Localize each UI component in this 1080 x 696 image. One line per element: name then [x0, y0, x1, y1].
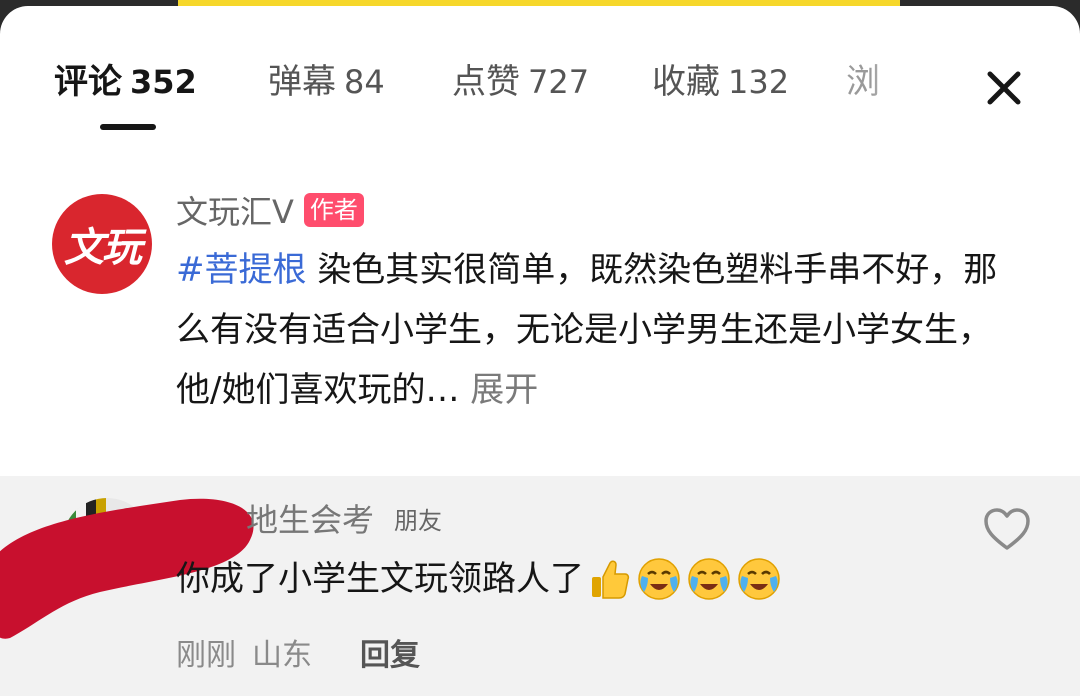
reply-comment: 地生会考 朋友 你成了小学生文玩领路人了 刚刚 山东 回复 [0, 476, 1080, 696]
author-avatar[interactable]: 文玩 [52, 194, 152, 294]
reply-header: 地生会考 朋友 [246, 496, 442, 540]
crying-face-icon [688, 558, 730, 600]
reply-meta: 刚刚 山东 回复 [176, 634, 420, 678]
reply-body: 你成了小学生文玩领路人了 [176, 554, 782, 604]
tab-count: 727 [528, 63, 590, 101]
expand-link[interactable]: 展开 [470, 370, 538, 410]
tab-danmaku[interactable]: 弹幕 84 [268, 58, 385, 106]
friend-tag: 朋友 [394, 506, 443, 535]
tab-count: 132 [728, 63, 790, 101]
author-post: 文玩 文玩汇V 作者 #菩提根 染色其实很简单，既然染色塑料手串不好，那么有没有… [0, 166, 1080, 610]
tab-likes[interactable]: 点赞 727 [452, 58, 589, 106]
tab-count: 352 [130, 63, 197, 101]
heart-outline-icon[interactable] [982, 506, 1032, 552]
tab-label: 弹幕 [268, 62, 336, 102]
tab-fade-overlay [870, 46, 950, 116]
reply-username[interactable]: 地生会考 [246, 495, 374, 541]
tab-label: 收藏 [652, 62, 720, 102]
tab-bar: 评论 352 弹幕 84 点赞 727 收藏 132 浏 [0, 6, 1080, 136]
author-name[interactable]: 文玩汇V [176, 187, 294, 233]
reply-text: 你成了小学生文玩领路人了 [176, 559, 584, 599]
thumbs-up-icon [592, 560, 630, 599]
tab-count: 84 [344, 63, 385, 101]
tab-comments[interactable]: 评论 352 [54, 58, 197, 106]
active-tab-indicator [100, 124, 156, 130]
reply-button[interactable]: 回复 [360, 634, 420, 678]
crying-face-icon [638, 558, 680, 600]
tab-label: 点赞 [452, 62, 520, 102]
comment-sheet: 评论 352 弹幕 84 点赞 727 收藏 132 浏 文玩 文玩汇V 作者 #菩提根… [0, 6, 1080, 696]
avatar-logo-text: 文玩 [64, 224, 142, 271]
close-icon[interactable] [978, 62, 1030, 114]
hashtag-link[interactable]: #菩提根 [176, 250, 307, 290]
author-header: 文玩汇V 作者 [176, 186, 364, 234]
crying-face-icon [738, 558, 780, 600]
tab-label: 评论 [54, 62, 122, 102]
post-body: #菩提根 染色其实很简单，既然染色塑料手串不好，那么有没有适合小学生，无论是小学… [176, 240, 1026, 420]
tab-favorites[interactable]: 收藏 132 [652, 58, 789, 106]
reply-time: 刚刚 [176, 638, 236, 673]
reply-location: 山东 [252, 638, 312, 673]
author-badge: 作者 [303, 193, 364, 227]
